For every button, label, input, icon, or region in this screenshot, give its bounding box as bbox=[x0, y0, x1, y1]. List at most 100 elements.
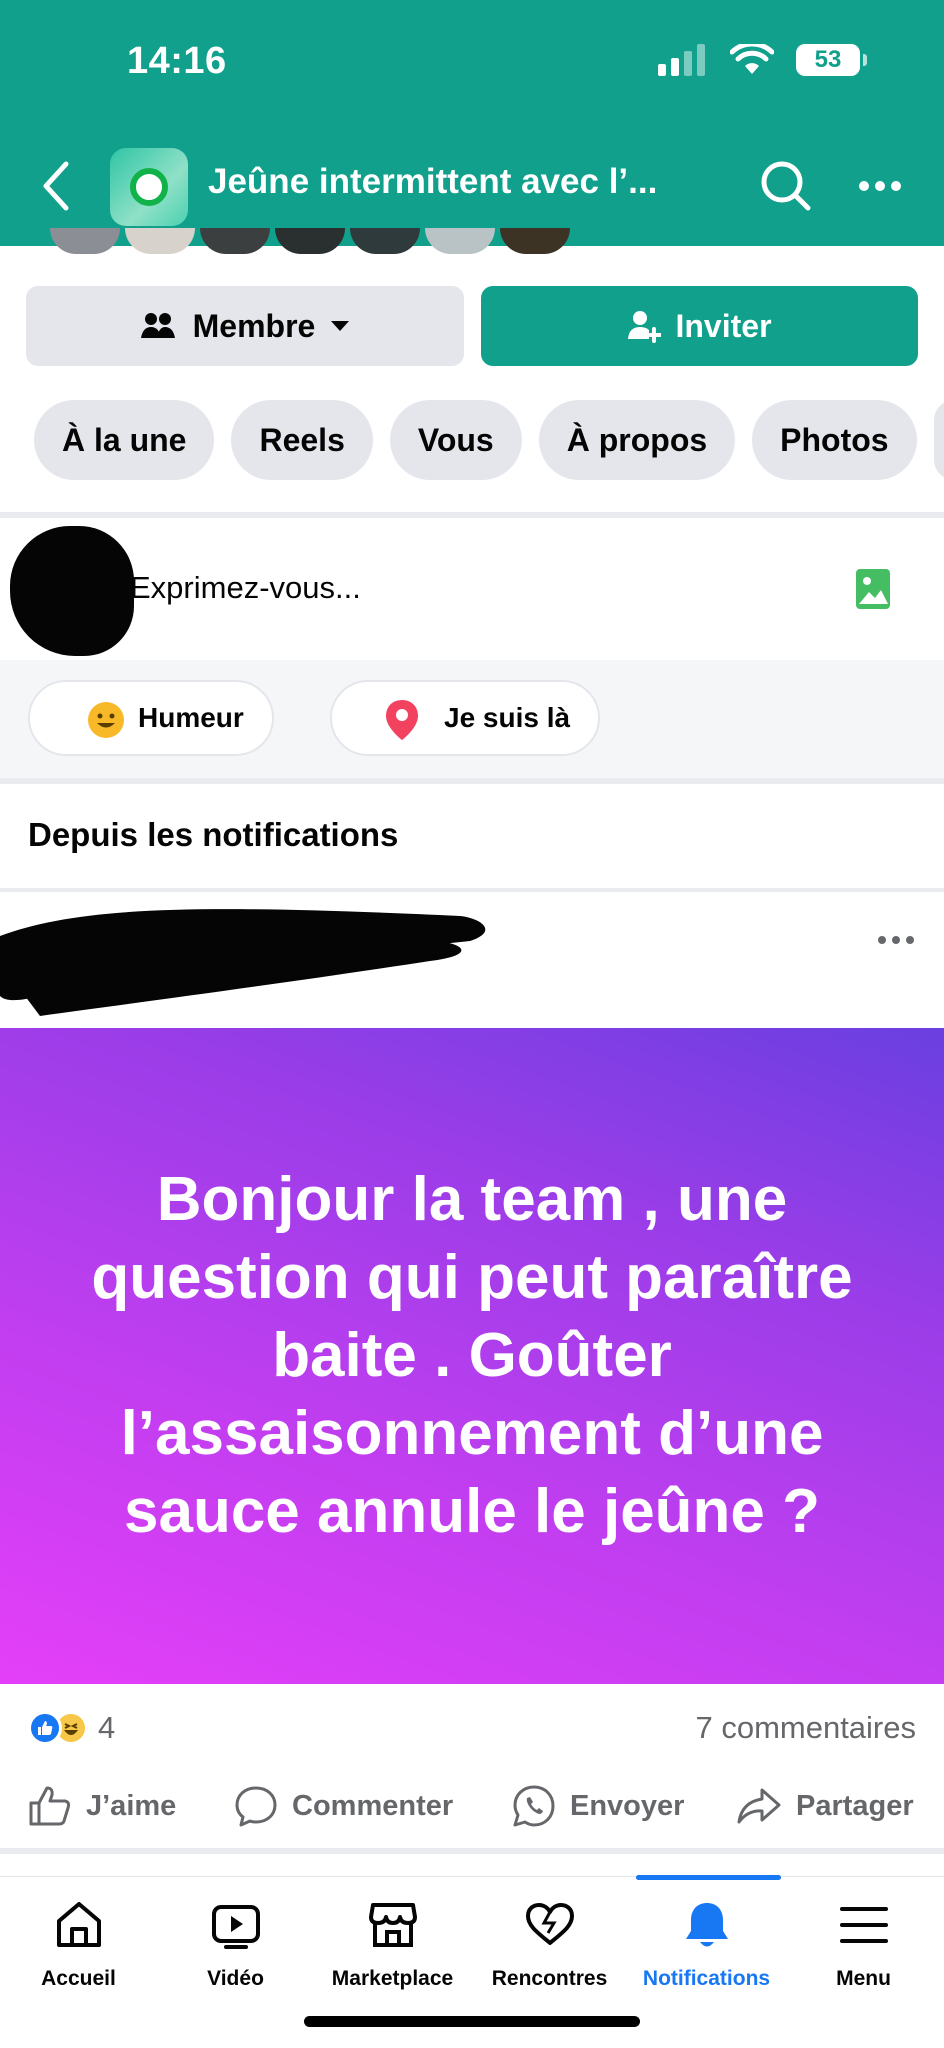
send-button[interactable]: Envoyer bbox=[512, 1772, 684, 1840]
composer-input[interactable]: Exprimez-vous... bbox=[130, 570, 361, 606]
section-title: Depuis les notifications bbox=[28, 816, 399, 853]
post-composer: Exprimez-vous... bbox=[0, 522, 944, 660]
checkin-chip-label: Je suis là bbox=[444, 702, 571, 733]
divider bbox=[0, 778, 944, 784]
video-icon bbox=[211, 1905, 260, 1949]
nav-video[interactable]: Vidéo bbox=[157, 1897, 314, 1991]
more-icon-dot bbox=[891, 181, 901, 191]
tab-you[interactable]: Vous bbox=[389, 400, 522, 480]
send-label: Envoyer bbox=[570, 1789, 685, 1822]
active-tab-indicator bbox=[636, 1875, 781, 1880]
member-avatar bbox=[500, 228, 570, 254]
tab-about[interactable]: À propos bbox=[538, 400, 736, 480]
nav-home[interactable]: Accueil bbox=[0, 1897, 157, 1991]
heart-icon bbox=[525, 1903, 574, 1945]
nav-dating-label: Rencontres bbox=[491, 1967, 608, 1990]
nav-notifications[interactable]: Notifications bbox=[628, 1897, 785, 1991]
status-time: 14:16 bbox=[127, 40, 227, 82]
member-label: Membre bbox=[192, 307, 316, 344]
invite-button[interactable]: Inviter bbox=[481, 286, 918, 366]
more-icon-dot bbox=[859, 181, 869, 191]
post-more-button[interactable] bbox=[878, 936, 914, 944]
member-avatar bbox=[125, 228, 195, 254]
member-avatar bbox=[275, 228, 345, 254]
comment-label: Commenter bbox=[292, 1789, 454, 1822]
wifi-icon bbox=[730, 44, 774, 74]
like-label: J’aime bbox=[86, 1789, 177, 1822]
comment-button[interactable]: Commenter bbox=[234, 1772, 453, 1840]
divider bbox=[0, 888, 944, 892]
home-icon bbox=[56, 1902, 101, 1947]
group-logo-ring bbox=[130, 168, 168, 206]
more-icon-dot bbox=[906, 936, 914, 944]
share-label: Partager bbox=[796, 1789, 914, 1822]
member-avatars-strip bbox=[0, 228, 944, 256]
comment-icon bbox=[235, 1786, 277, 1827]
battery-icon: 53 bbox=[796, 44, 867, 76]
signal-icon bbox=[658, 44, 705, 76]
search-icon bbox=[761, 161, 811, 211]
back-button[interactable] bbox=[30, 158, 80, 214]
more-icon-dot bbox=[875, 181, 885, 191]
nav-dating[interactable]: Rencontres bbox=[471, 1897, 628, 1991]
group-title[interactable]: Jeûne intermittent avec l’... bbox=[208, 162, 657, 202]
status-icons: 53 bbox=[658, 44, 867, 76]
nav-notifications-label: Notifications bbox=[642, 1967, 771, 1990]
whatsapp-icon bbox=[513, 1785, 555, 1827]
menu-icon bbox=[839, 1907, 888, 1943]
checkin-chip[interactable]: Je suis là bbox=[330, 680, 601, 756]
redacted-author bbox=[0, 909, 486, 1016]
group-tabs: À la une Reels Vous À propos Photos bbox=[34, 400, 944, 480]
member-avatar bbox=[425, 228, 495, 254]
members-icon bbox=[140, 313, 175, 338]
like-icon bbox=[29, 1786, 71, 1826]
member-avatar bbox=[50, 228, 120, 254]
like-reaction-icon bbox=[28, 1711, 62, 1745]
bell-icon bbox=[685, 1903, 728, 1947]
smiley-icon bbox=[88, 702, 124, 738]
member-button[interactable]: Membre bbox=[26, 286, 464, 366]
nav-home-label: Accueil bbox=[41, 1967, 116, 1990]
marketplace-icon bbox=[368, 1903, 417, 1947]
member-avatar bbox=[200, 228, 270, 254]
post-actions: J’aime Commenter Envoyer Partager bbox=[0, 1772, 944, 1840]
invite-label: Inviter bbox=[675, 307, 772, 344]
composer-chips: Humeur Je suis là bbox=[0, 660, 944, 778]
member-avatar bbox=[350, 228, 420, 254]
nav-menu[interactable]: Menu bbox=[785, 1897, 942, 1991]
tab-reels[interactable]: Reels bbox=[231, 400, 373, 480]
header-nav: Jeûne intermittent avec l’... bbox=[0, 140, 944, 230]
share-icon bbox=[737, 1788, 781, 1824]
tab-overflow[interactable] bbox=[933, 400, 944, 480]
post-text: Bonjour la team , une question qui peut … bbox=[91, 1165, 853, 1546]
nav-video-label: Vidéo bbox=[207, 1967, 264, 1990]
location-pin-icon bbox=[386, 700, 418, 740]
comments-count[interactable]: 7 commentaires bbox=[695, 1710, 916, 1746]
search-button[interactable] bbox=[758, 158, 814, 214]
chevron-left-icon bbox=[43, 161, 69, 211]
tab-photos[interactable]: Photos bbox=[752, 400, 917, 480]
post-header bbox=[0, 896, 944, 1028]
divider bbox=[0, 1848, 944, 1854]
reaction-summary[interactable]: 4 bbox=[28, 1710, 115, 1746]
reaction-count: 4 bbox=[98, 1710, 116, 1745]
mood-chip-label: Humeur bbox=[138, 702, 244, 733]
more-button[interactable] bbox=[852, 162, 908, 210]
share-button[interactable]: Partager bbox=[736, 1772, 914, 1840]
photo-icon[interactable] bbox=[855, 568, 891, 610]
nav-menu-label: Menu bbox=[836, 1967, 891, 1990]
like-button[interactable]: J’aime bbox=[28, 1772, 176, 1840]
nav-marketplace-label: Marketplace bbox=[331, 1967, 454, 1990]
add-user-icon bbox=[628, 311, 662, 343]
group-avatar[interactable] bbox=[110, 148, 188, 226]
top-app-bar: 14:16 53 Jeûne intermittent avec l’... bbox=[0, 0, 944, 246]
home-indicator[interactable] bbox=[304, 2016, 640, 2027]
post-content[interactable]: Bonjour la team , une question qui peut … bbox=[0, 1028, 944, 1684]
caret-down-icon bbox=[331, 321, 350, 331]
battery-level: 53 bbox=[814, 46, 842, 73]
nav-marketplace[interactable]: Marketplace bbox=[314, 1897, 471, 1991]
user-avatar bbox=[10, 526, 134, 656]
divider bbox=[0, 512, 944, 518]
mood-chip[interactable]: Humeur bbox=[28, 680, 274, 756]
tab-featured[interactable]: À la une bbox=[34, 400, 215, 480]
